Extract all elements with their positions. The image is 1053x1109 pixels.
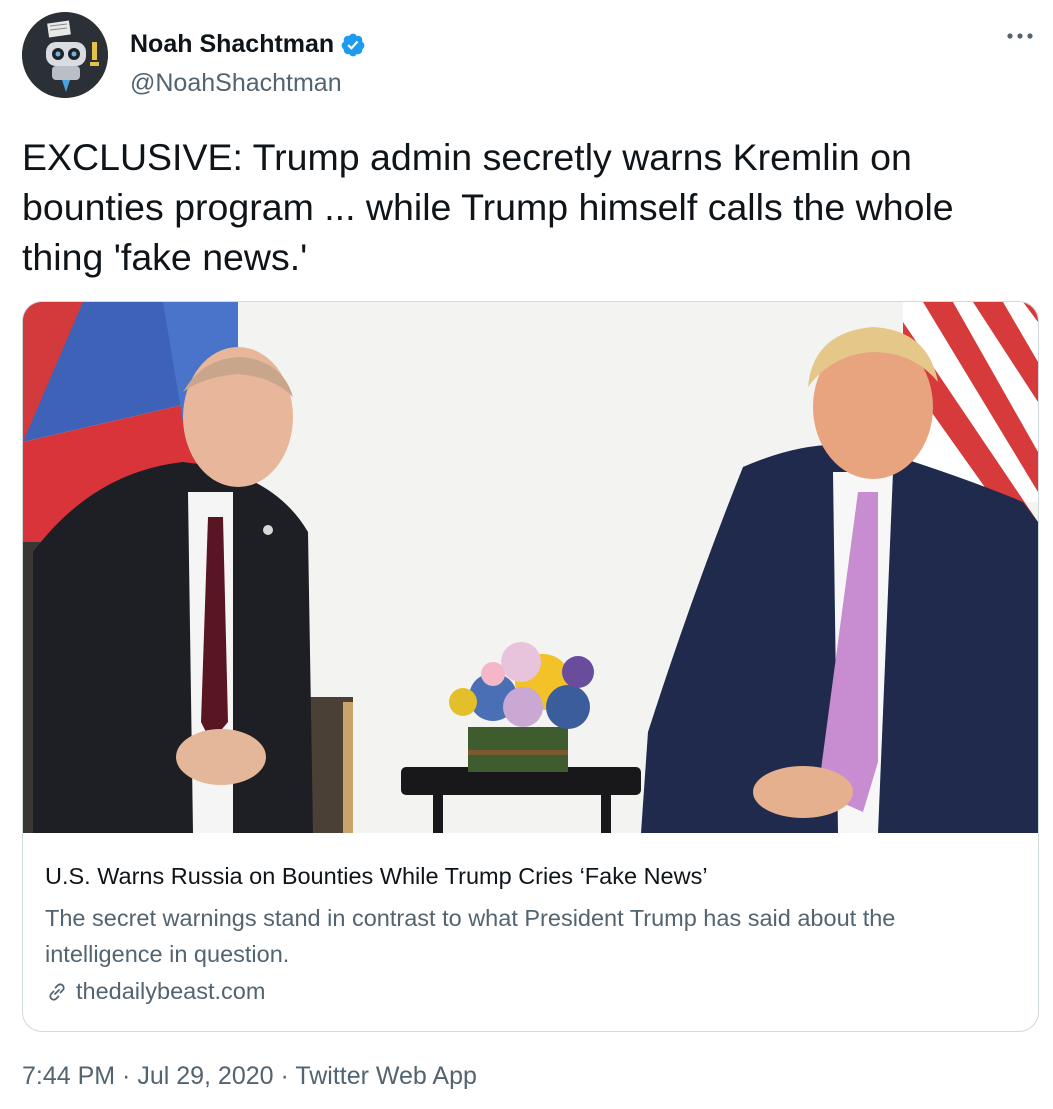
link-icon: [49, 982, 65, 1001]
card-image[interactable]: [23, 302, 1038, 833]
card-title[interactable]: U.S. Warns Russia on Bounties While Trum…: [45, 861, 1016, 891]
card-domain[interactable]: thedailybeast.com: [76, 978, 265, 1005]
tweet-header: Noah Shachtman @NoahShachtman: [22, 12, 1037, 104]
author-handle[interactable]: @NoahShachtman: [130, 69, 342, 98]
footer-separator: ·: [273, 1062, 296, 1090]
card-description: The secret warnings stand in contrast to…: [45, 905, 896, 967]
more-horizontal-icon[interactable]: [1005, 26, 1035, 46]
author-display-name[interactable]: Noah Shachtman: [130, 30, 334, 59]
tweet-date[interactable]: Jul 29, 2020: [137, 1062, 273, 1090]
tweet-source[interactable]: Twitter Web App: [295, 1062, 477, 1090]
card-photo: [23, 302, 1038, 833]
robot-avatar-icon: [22, 12, 108, 98]
author-name-row[interactable]: Noah Shachtman: [130, 30, 366, 59]
card-meta[interactable]: U.S. Warns Russia on Bounties While Trum…: [45, 861, 1016, 1005]
avatar[interactable]: [22, 12, 108, 98]
tweet-text: EXCLUSIVE: Trump admin secretly warns Kr…: [22, 136, 954, 278]
tweet-footer: 7:44 PM · Jul 29, 2020 · Twitter Web App: [22, 1062, 477, 1091]
verified-badge-icon: [341, 33, 365, 56]
link-preview-card[interactable]: U.S. Warns Russia on Bounties While Trum…: [22, 301, 1039, 1032]
card-domain-row[interactable]: thedailybeast.com: [45, 978, 1016, 1005]
footer-separator: ·: [115, 1062, 138, 1090]
tweet-time[interactable]: 7:44 PM: [22, 1062, 115, 1090]
